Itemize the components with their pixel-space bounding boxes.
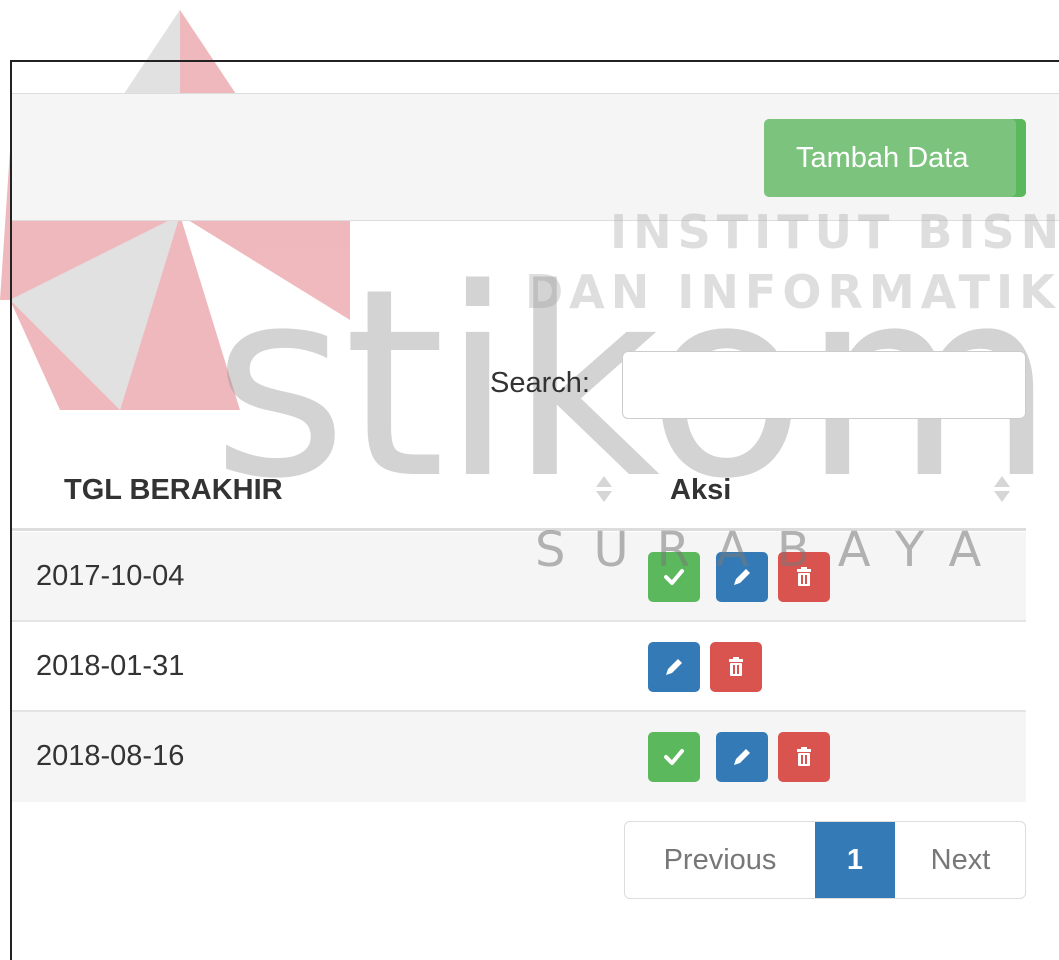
pencil-icon bbox=[666, 659, 682, 675]
edit-button[interactable] bbox=[648, 642, 700, 692]
table-row: 2018-08-16 bbox=[12, 712, 1026, 802]
sort-icon[interactable] bbox=[596, 474, 614, 508]
date-cell: 2017-10-04 bbox=[36, 560, 185, 592]
table-row: 2018-01-31 bbox=[12, 622, 1026, 712]
search-label: Search: bbox=[490, 367, 590, 399]
next-page-button[interactable]: Next bbox=[895, 822, 1025, 898]
trash-icon bbox=[797, 567, 811, 586]
column-header-aksi[interactable]: Aksi bbox=[670, 474, 731, 507]
pagination: Previous 1 Next bbox=[624, 821, 1026, 899]
column-header-tgl-berakhir[interactable]: TGL BERAKHIR bbox=[64, 474, 283, 507]
delete-button[interactable] bbox=[778, 732, 830, 782]
previous-page-button[interactable]: Previous bbox=[625, 822, 816, 898]
edit-button[interactable] bbox=[716, 552, 768, 602]
approve-button[interactable] bbox=[648, 552, 700, 602]
date-cell: 2018-01-31 bbox=[36, 650, 185, 682]
edit-button[interactable] bbox=[716, 732, 768, 782]
delete-button[interactable] bbox=[710, 642, 762, 692]
trash-icon bbox=[729, 657, 743, 676]
table-header-divider bbox=[12, 528, 1026, 531]
add-data-button[interactable]: Tambah Data bbox=[764, 119, 1026, 197]
check-icon bbox=[664, 749, 684, 765]
current-page-button[interactable]: 1 bbox=[815, 822, 895, 898]
table-row: 2017-10-04 bbox=[12, 532, 1026, 622]
pencil-icon bbox=[734, 749, 750, 765]
approve-button[interactable] bbox=[648, 732, 700, 782]
date-cell: 2018-08-16 bbox=[36, 740, 185, 772]
check-icon bbox=[664, 569, 684, 585]
sort-icon[interactable] bbox=[994, 474, 1012, 508]
delete-button[interactable] bbox=[778, 552, 830, 602]
pencil-icon bbox=[734, 569, 750, 585]
search-input[interactable] bbox=[622, 351, 1026, 419]
trash-icon bbox=[797, 747, 811, 766]
